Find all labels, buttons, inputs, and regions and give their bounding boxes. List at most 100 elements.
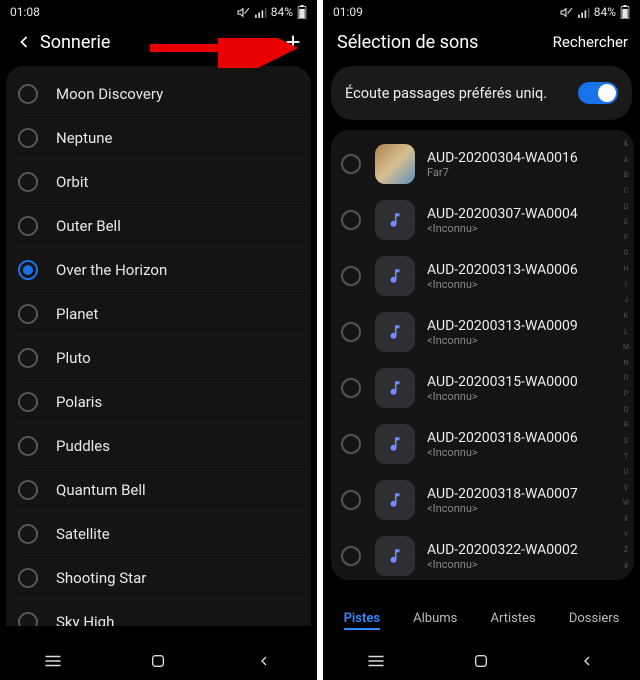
radio-button[interactable] — [18, 524, 38, 544]
ringtone-label: Neptune — [56, 129, 113, 147]
index-letter[interactable]: C — [620, 187, 632, 195]
ringtone-item[interactable]: Satellite — [18, 512, 311, 556]
track-thumbnail — [375, 312, 415, 352]
radio-button[interactable] — [18, 304, 38, 324]
radio-button[interactable] — [18, 392, 38, 412]
index-letter[interactable]: H — [620, 265, 632, 273]
radio-button[interactable] — [18, 568, 38, 588]
radio-button[interactable] — [18, 216, 38, 236]
index-letter[interactable]: V — [620, 484, 632, 492]
track-item[interactable]: AUD-20200318-WA0007 <Inconnu> — [331, 472, 634, 528]
ringtone-item[interactable]: Quantum Bell — [18, 468, 311, 512]
index-letter[interactable]: M — [620, 343, 632, 351]
index-letter[interactable]: A — [620, 156, 632, 164]
track-item[interactable]: AUD-20200304-WA0016 Far7 — [331, 136, 634, 192]
music-note-icon — [386, 267, 404, 285]
track-artist: <Inconnu> — [427, 502, 578, 515]
ringtone-item[interactable]: Neptune — [18, 116, 311, 160]
radio-button[interactable] — [18, 612, 38, 627]
plus-icon — [282, 31, 304, 53]
index-letter[interactable]: I — [620, 281, 632, 289]
radio-button[interactable] — [341, 266, 361, 286]
ringtone-item[interactable]: Shooting Star — [18, 556, 311, 600]
track-item[interactable]: AUD-20200307-WA0004 <Inconnu> — [331, 192, 634, 248]
index-letter[interactable]: J — [620, 296, 632, 304]
track-item[interactable]: AUD-20200313-WA0009 <Inconnu> — [331, 304, 634, 360]
track-artist: <Inconnu> — [427, 446, 578, 459]
track-item[interactable]: AUD-20200315-WA0000 <Inconnu> — [331, 360, 634, 416]
tab-albums[interactable]: Albums — [413, 611, 457, 630]
index-letter[interactable]: K — [620, 312, 632, 320]
tab-artistes[interactable]: Artistes — [491, 611, 536, 630]
ringtone-item[interactable]: Over the Horizon — [18, 248, 311, 292]
track-meta: AUD-20200304-WA0016 Far7 — [427, 150, 578, 179]
index-letter[interactable]: L — [620, 328, 632, 336]
index-letter[interactable]: G — [620, 249, 632, 257]
index-letter[interactable]: # — [620, 562, 632, 570]
index-letter[interactable]: U — [620, 468, 632, 476]
index-letter[interactable]: W — [620, 499, 632, 507]
add-button[interactable] — [277, 26, 309, 58]
recents-button[interactable] — [33, 649, 73, 673]
index-letter[interactable]: Y — [620, 531, 632, 539]
index-letter[interactable]: P — [620, 390, 632, 398]
ringtone-item[interactable]: Polaris — [18, 380, 311, 424]
radio-button[interactable] — [18, 436, 38, 456]
ringtone-item[interactable]: Planet — [18, 292, 311, 336]
home-button[interactable] — [461, 649, 501, 673]
back-button[interactable] — [8, 26, 40, 58]
index-letter[interactable]: F — [620, 234, 632, 242]
radio-button[interactable] — [341, 322, 361, 342]
index-letter[interactable]: R — [620, 421, 632, 429]
track-name: AUD-20200313-WA0009 — [427, 318, 578, 334]
index-scroller[interactable]: & ABCDEFGHIJKLMNOPQRSTUVWXYZ # — [620, 136, 632, 574]
highlights-toggle-row[interactable]: Écoute passages préférés uniq. — [331, 66, 632, 120]
radio-button[interactable] — [18, 172, 38, 192]
radio-button[interactable] — [341, 546, 361, 566]
radio-button[interactable] — [18, 348, 38, 368]
radio-button[interactable] — [18, 128, 38, 148]
radio-button[interactable] — [341, 154, 361, 174]
radio-button[interactable] — [341, 210, 361, 230]
ringtone-item[interactable]: Puddles — [18, 424, 311, 468]
index-letter[interactable]: T — [620, 453, 632, 461]
nav-back-button[interactable] — [567, 649, 607, 673]
radio-button[interactable] — [18, 260, 38, 280]
ringtone-item[interactable]: Outer Bell — [18, 204, 311, 248]
index-letter[interactable]: Z — [620, 546, 632, 554]
search-button[interactable]: Rechercher — [553, 33, 632, 51]
index-letter[interactable]: B — [620, 171, 632, 179]
signal-icon — [577, 6, 590, 19]
index-letter[interactable]: O — [620, 374, 632, 382]
radio-button[interactable] — [341, 434, 361, 454]
recents-button[interactable] — [356, 649, 396, 673]
index-letter[interactable]: & — [620, 140, 632, 148]
index-letter[interactable]: E — [620, 218, 632, 226]
index-letter[interactable]: D — [620, 203, 632, 211]
index-letter[interactable]: Q — [620, 406, 632, 414]
music-note-icon — [386, 211, 404, 229]
radio-button[interactable] — [341, 378, 361, 398]
nav-back-button[interactable] — [244, 649, 284, 673]
track-item[interactable]: AUD-20200318-WA0006 <Inconnu> — [331, 416, 634, 472]
index-letter[interactable]: X — [620, 515, 632, 523]
ringtone-item[interactable]: Orbit — [18, 160, 311, 204]
radio-button[interactable] — [18, 480, 38, 500]
track-list[interactable]: AUD-20200304-WA0016 Far7 AUD-20200307-WA… — [331, 130, 634, 580]
track-item[interactable]: AUD-20200322-WA0002 <Inconnu> — [331, 528, 634, 580]
track-item[interactable]: AUD-20200313-WA0006 <Inconnu> — [331, 248, 634, 304]
home-button[interactable] — [138, 649, 178, 673]
ringtone-item[interactable]: Sky High — [18, 600, 311, 626]
ringtone-item[interactable]: Pluto — [18, 336, 311, 380]
index-letter[interactable]: S — [620, 437, 632, 445]
radio-button[interactable] — [341, 490, 361, 510]
track-name: AUD-20200315-WA0000 — [427, 374, 578, 390]
tab-pistes[interactable]: Pistes — [344, 611, 380, 630]
tab-dossiers[interactable]: Dossiers — [569, 611, 620, 630]
track-thumbnail — [375, 424, 415, 464]
index-letter[interactable]: N — [620, 359, 632, 367]
ringtone-item[interactable]: Moon Discovery — [18, 72, 311, 116]
radio-button[interactable] — [18, 84, 38, 104]
ringtone-list[interactable]: Moon Discovery Neptune Orbit Outer Bell … — [6, 66, 311, 626]
toggle-switch[interactable] — [578, 82, 618, 104]
